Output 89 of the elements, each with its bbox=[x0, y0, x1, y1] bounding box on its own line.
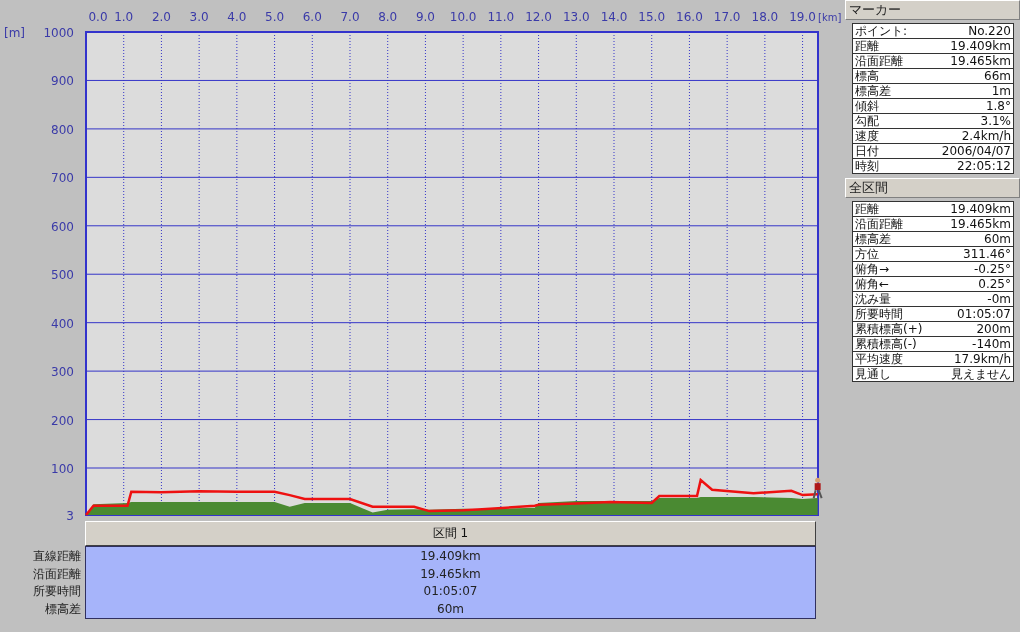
info-label: 所要時間 bbox=[855, 307, 903, 321]
info-value: -0m bbox=[987, 292, 1011, 306]
x-tick-label: 14.0 bbox=[600, 10, 628, 24]
x-tick-label: 13.0 bbox=[562, 10, 590, 24]
x-tick-label: 8.0 bbox=[378, 10, 398, 24]
x-tick-label: 16.0 bbox=[676, 10, 703, 24]
info-label: 日付 bbox=[855, 144, 879, 158]
info-value: No.220 bbox=[968, 24, 1011, 38]
info-value: 60m bbox=[984, 232, 1011, 246]
info-value: -140m bbox=[972, 337, 1011, 351]
x-tick-label: 9.0 bbox=[415, 10, 435, 24]
row-label: 直線距離 bbox=[32, 548, 82, 565]
x-unit-label: [km] bbox=[818, 12, 842, 23]
x-tick-label: 15.0 bbox=[638, 10, 666, 24]
info-value: 19.409km bbox=[950, 202, 1011, 216]
info-value: 1m bbox=[991, 84, 1011, 98]
x-tick-label: 5.0 bbox=[265, 10, 285, 24]
info-label: ポイント: bbox=[855, 24, 908, 38]
info-label: 傾斜 bbox=[855, 99, 879, 113]
info-value: 17.9km/h bbox=[954, 352, 1011, 366]
y-tick-label: 3 bbox=[66, 509, 74, 521]
y-tick-label: 900 bbox=[51, 74, 74, 89]
info-value: 見えません bbox=[951, 367, 1011, 381]
info-label: 距離 bbox=[855, 202, 879, 216]
x-tick-label: 19.0 bbox=[789, 10, 816, 24]
info-label: 標高 bbox=[855, 69, 879, 83]
info-value: 01:05:07 bbox=[957, 307, 1011, 321]
info-value: 66m bbox=[984, 69, 1011, 83]
section-header[interactable]: 区間 1 bbox=[85, 521, 816, 546]
walking-person-icon bbox=[812, 477, 823, 500]
info-label: 累積標高(+) bbox=[855, 322, 923, 336]
info-label: 累積標高(-) bbox=[855, 337, 917, 351]
x-tick-label: 7.0 bbox=[340, 10, 360, 24]
x-tick-label: 4.0 bbox=[227, 10, 247, 24]
y-tick-label: 700 bbox=[51, 171, 74, 186]
x-tick-label: 6.0 bbox=[302, 10, 322, 24]
y-tick-label: 500 bbox=[51, 268, 74, 283]
info-label: 見通し bbox=[855, 367, 891, 381]
info-label: 沿面距離 bbox=[855, 54, 903, 68]
info-value: 311.46° bbox=[963, 247, 1011, 261]
section-value: 60m bbox=[436, 600, 465, 618]
info-value: 2.4km/h bbox=[961, 129, 1011, 143]
y-tick-label: 300 bbox=[51, 365, 74, 380]
row-label: 標高差 bbox=[44, 600, 82, 618]
x-tick-label: 18.0 bbox=[751, 10, 779, 24]
x-tick-label: 1.0 bbox=[114, 10, 134, 24]
y-tick-label: 100 bbox=[51, 462, 74, 476]
info-value: 19.465km bbox=[950, 54, 1011, 68]
section-value: 01:05:07 bbox=[422, 583, 479, 600]
row-label: 所要時間 bbox=[32, 583, 82, 600]
info-label: 俯角← bbox=[855, 277, 890, 291]
info-label: 標高差 bbox=[855, 232, 891, 246]
y-unit-label: [m] bbox=[4, 26, 26, 40]
info-value: 200m bbox=[976, 322, 1011, 336]
y-tick-label: 200 bbox=[51, 413, 74, 428]
info-value: 0.25° bbox=[978, 277, 1011, 291]
y-tick-label: 800 bbox=[51, 122, 74, 137]
x-tick-label: 11.0 bbox=[487, 10, 515, 24]
info-value: -0.25° bbox=[973, 262, 1011, 276]
section-value: 19.465km bbox=[419, 565, 482, 583]
info-label: 速度 bbox=[855, 129, 879, 143]
panel-header[interactable]: 全区間 bbox=[845, 178, 1020, 198]
y-tick-label: 600 bbox=[51, 219, 74, 234]
x-tick-label: 3.0 bbox=[189, 10, 209, 24]
info-value: 19.465km bbox=[950, 217, 1011, 231]
info-value: 19.409km bbox=[950, 39, 1011, 53]
info-label: 沈み量 bbox=[855, 292, 891, 306]
info-value: 3.1% bbox=[980, 114, 1011, 128]
info-value: 22:05:12 bbox=[957, 159, 1011, 173]
info-value: 2006/04/07 bbox=[941, 144, 1011, 158]
info-label: 距離 bbox=[855, 39, 879, 53]
x-tick-label: 10.0 bbox=[449, 10, 477, 24]
x-tick-label: 0.0 bbox=[88, 10, 108, 24]
x-tick-label: 12.0 bbox=[525, 10, 552, 24]
section-value: 19.409km bbox=[419, 548, 482, 565]
x-tick-label: 2.0 bbox=[151, 10, 171, 24]
y-tick-label: 1000 bbox=[43, 26, 74, 40]
info-label: 標高差 bbox=[855, 84, 891, 98]
info-value: 1.8° bbox=[985, 99, 1011, 113]
info-label: 沿面距離 bbox=[855, 217, 903, 231]
y-tick-label: 400 bbox=[51, 316, 74, 331]
info-label: 俯角→ bbox=[855, 262, 890, 276]
info-label: 平均速度 bbox=[855, 352, 903, 366]
info-label: 方位 bbox=[855, 247, 879, 261]
panel-header[interactable]: マーカー bbox=[845, 0, 1020, 20]
x-tick-label: 17.0 bbox=[713, 10, 741, 24]
info-label: 勾配 bbox=[855, 114, 879, 128]
row-label: 沿面距離 bbox=[32, 565, 82, 583]
info-label: 時刻 bbox=[855, 159, 879, 173]
